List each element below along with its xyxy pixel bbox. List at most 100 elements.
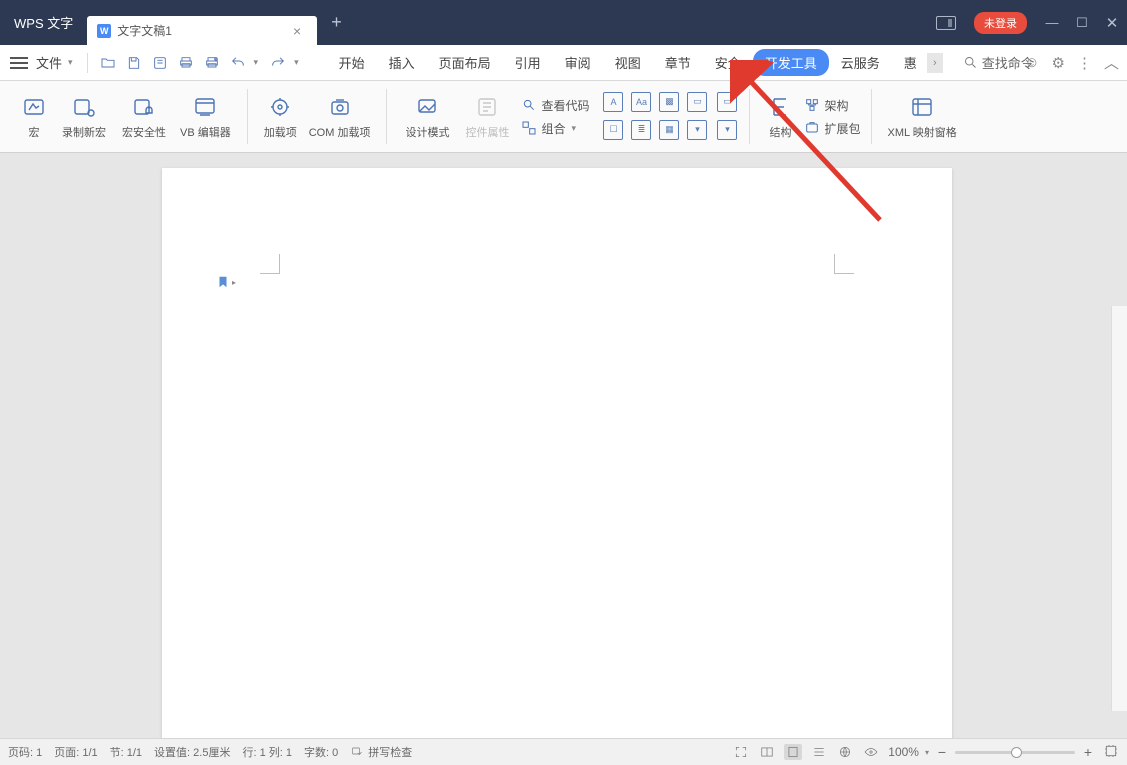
record-macro-button[interactable]: 录制新宏	[54, 94, 114, 140]
login-button[interactable]: 未登录	[974, 12, 1027, 34]
menubar-right-icons: ☺ ⚙ ⋮ ︿	[1024, 52, 1119, 73]
print-direct-icon[interactable]	[203, 54, 221, 72]
xml-stack: 架构 扩展包	[804, 97, 860, 137]
settings-icon[interactable]: ⚙	[1052, 54, 1065, 72]
tab-view[interactable]: 视图	[603, 49, 653, 76]
maximize-button[interactable]: ☐	[1067, 15, 1097, 31]
status-page-number[interactable]: 页码: 1	[8, 744, 42, 760]
tab-start[interactable]: 开始	[327, 49, 377, 76]
open-icon[interactable]	[99, 54, 117, 72]
layout-icon[interactable]	[936, 16, 956, 30]
design-mode-button[interactable]: 设计模式	[397, 94, 457, 140]
redo-icon[interactable]	[269, 54, 287, 72]
window-controls: 未登录 — ☐ ✕	[936, 0, 1127, 45]
minimize-button[interactable]: —	[1037, 15, 1067, 30]
menu-bar: 文件 ▾ ▾ ▾ 开始 插入 页面布局 引用 审阅 视图 章节 安全 开发工具 …	[0, 45, 1127, 81]
tab-review[interactable]: 审阅	[553, 49, 603, 76]
control-picture-icon[interactable]: ▩	[659, 92, 679, 112]
close-tab-button[interactable]: ×	[289, 23, 305, 39]
tabs-overflow-button[interactable]: ›	[927, 53, 943, 73]
tab-layout[interactable]: 页面布局	[427, 49, 503, 76]
status-row-col[interactable]: 行: 1 列: 1	[242, 744, 292, 760]
spell-check-button[interactable]: 拼写检查	[350, 744, 412, 760]
control-text-icon[interactable]: A	[603, 92, 623, 112]
tab-developer[interactable]: 开发工具	[753, 49, 829, 76]
tab-hui[interactable]: 惠	[892, 49, 929, 76]
new-tab-button[interactable]: +	[317, 0, 356, 45]
tab-reference[interactable]: 引用	[503, 49, 553, 76]
group-button[interactable]: 组合 ▾	[521, 120, 589, 137]
control-props-icon	[474, 94, 500, 120]
paragraph-handle[interactable]: ▸	[216, 274, 236, 290]
xml-map-button[interactable]: XML 映射窗格	[882, 94, 963, 140]
tab-chapter[interactable]: 章节	[653, 49, 703, 76]
extension-button[interactable]: 扩展包	[804, 120, 860, 137]
control-more1-icon[interactable]: ▭	[717, 92, 737, 112]
command-search[interactable]: 查找命令	[963, 53, 1034, 72]
control-list-icon[interactable]: ≣	[631, 120, 651, 140]
code-group-stack: 查看代码 组合 ▾	[521, 97, 589, 137]
side-panel-strip[interactable]	[1111, 306, 1127, 711]
fit-page-button[interactable]	[1103, 743, 1119, 762]
status-setting[interactable]: 设置值: 2.5厘米	[154, 744, 230, 760]
view-code-icon	[521, 97, 537, 113]
save-icon[interactable]	[125, 54, 143, 72]
margin-mark-icon	[260, 254, 280, 274]
close-window-button[interactable]: ✕	[1097, 14, 1127, 32]
view-code-label: 查看代码	[541, 97, 589, 114]
control-combobox-icon[interactable]: ▭	[687, 92, 707, 112]
control-richtext-icon[interactable]: Aa	[631, 92, 651, 112]
document-canvas[interactable]: ▸	[0, 153, 1127, 738]
tab-insert[interactable]: 插入	[377, 49, 427, 76]
zoom-in-button[interactable]: +	[1081, 744, 1095, 760]
file-menu[interactable]: 文件	[36, 53, 62, 72]
structure-button[interactable]: 结构	[760, 94, 800, 140]
zoom-out-button[interactable]: −	[935, 744, 949, 760]
print-preview-icon[interactable]	[151, 54, 169, 72]
collapse-ribbon-icon[interactable]: ︿	[1104, 52, 1119, 73]
document-tab[interactable]: 文字文稿1 ×	[87, 16, 317, 45]
print-icon[interactable]	[177, 54, 195, 72]
more-icon[interactable]: ⋮	[1077, 54, 1092, 72]
macro-security-icon	[131, 94, 157, 120]
page[interactable]: ▸	[162, 168, 952, 738]
paragraph-handle-icon	[216, 274, 230, 290]
zoom-slider[interactable]	[955, 751, 1075, 754]
control-checkbox-icon[interactable]: ☐	[603, 120, 623, 140]
app-name: WPS 文字	[0, 0, 87, 45]
zoom-caret-icon[interactable]: ▾	[925, 748, 929, 757]
macro-security-button[interactable]: 宏安全性	[114, 94, 174, 140]
undo-icon[interactable]	[229, 54, 247, 72]
zoom-slider-knob[interactable]	[1011, 747, 1022, 758]
macro-button[interactable]: 宏	[14, 94, 54, 140]
vb-editor-button[interactable]: VB 编辑器	[174, 94, 237, 140]
file-menu-caret-icon[interactable]: ▾	[68, 57, 73, 68]
view-code-button[interactable]: 查看代码	[521, 97, 589, 114]
eye-care-icon[interactable]	[862, 744, 880, 760]
web-view-icon[interactable]	[836, 744, 854, 760]
page-view-icon[interactable]	[784, 744, 802, 760]
status-page[interactable]: 页面: 1/1	[54, 744, 97, 760]
read-view-icon[interactable]	[758, 744, 776, 760]
control-date-icon[interactable]: ▦	[659, 120, 679, 140]
addins-icon	[267, 94, 293, 120]
zoom-level[interactable]: 100%	[888, 745, 919, 759]
xml-map-label: XML 映射窗格	[888, 124, 957, 140]
outline-view-icon[interactable]	[810, 744, 828, 760]
control-more2-icon[interactable]: ▾	[717, 120, 737, 140]
tab-security[interactable]: 安全	[703, 49, 753, 76]
addins-button[interactable]: 加载项	[258, 94, 303, 140]
addins-label: 加载项	[264, 124, 297, 140]
status-word-count[interactable]: 字数: 0	[304, 744, 338, 760]
control-dropdown-icon[interactable]: ▾	[687, 120, 707, 140]
undo-caret-icon[interactable]: ▾	[254, 57, 259, 68]
feedback-icon[interactable]: ☺	[1024, 54, 1039, 71]
schema-button[interactable]: 架构	[804, 97, 860, 114]
hamburger-icon[interactable]	[10, 57, 28, 69]
status-section[interactable]: 节: 1/1	[110, 744, 142, 760]
tab-cloud[interactable]: 云服务	[829, 49, 892, 76]
ribbon-group-xmlmap: XML 映射窗格	[872, 81, 973, 152]
fullscreen-view-icon[interactable]	[732, 744, 750, 760]
redo-caret-icon[interactable]: ▾	[294, 57, 299, 68]
com-addins-button[interactable]: COM 加载项	[303, 94, 377, 140]
